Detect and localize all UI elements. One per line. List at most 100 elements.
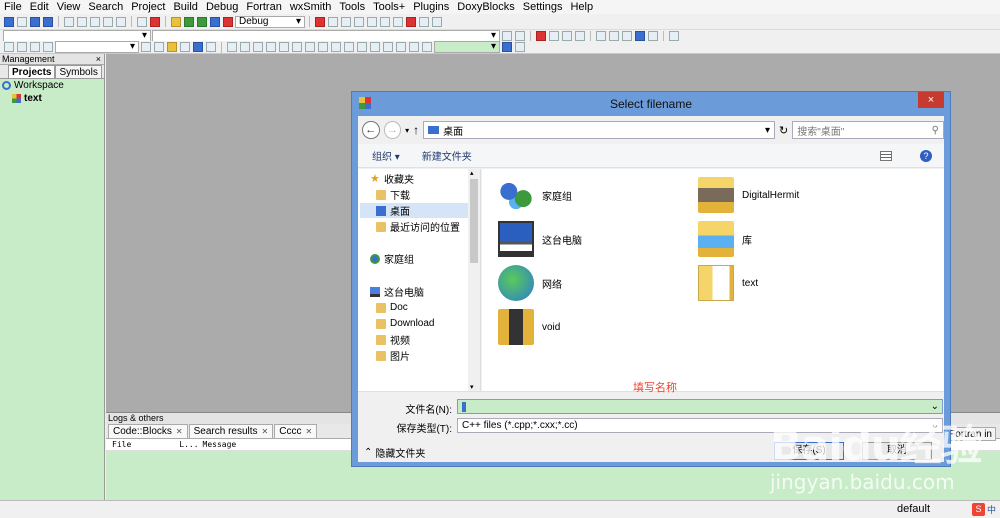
tab-symbols[interactable]: Symbols: [55, 65, 102, 78]
menu-help[interactable]: Help: [566, 0, 597, 14]
tools-icon[interactable]: [515, 42, 525, 52]
align-left-icon[interactable]: [279, 42, 289, 52]
find-next-icon[interactable]: [180, 42, 190, 52]
column-line[interactable]: L...: [179, 439, 198, 450]
nav-pictures[interactable]: 图片: [376, 348, 410, 363]
organize-button[interactable]: 组织 ▾: [372, 148, 400, 163]
next-line-icon[interactable]: [341, 16, 351, 27]
menu-fortran[interactable]: Fortran: [242, 0, 285, 14]
close-button[interactable]: ×: [918, 92, 944, 108]
refresh-icon[interactable]: ↻: [779, 124, 788, 137]
debug-icon[interactable]: [315, 16, 325, 27]
replace-icon[interactable]: [150, 16, 160, 27]
item-void[interactable]: void: [498, 309, 560, 345]
menu-build[interactable]: Build: [169, 0, 201, 14]
toggle-breakpoint-icon[interactable]: [4, 42, 14, 52]
build-icon[interactable]: [171, 16, 181, 27]
jump-back-icon[interactable]: [502, 31, 512, 41]
nav-homegroup[interactable]: 家庭组: [370, 251, 414, 266]
step-out-icon[interactable]: [367, 16, 377, 27]
box-icon[interactable]: [331, 42, 341, 52]
layout-icon[interactable]: [240, 42, 250, 52]
tab-codeblocks-log[interactable]: Code::Blocks ✕: [108, 424, 188, 438]
redo-icon[interactable]: [77, 16, 87, 27]
save-icon[interactable]: [30, 16, 40, 27]
undo-icon[interactable]: [64, 16, 74, 27]
next-instruction-icon[interactable]: [380, 16, 390, 27]
select-icon[interactable]: [227, 42, 237, 52]
run-icon[interactable]: [184, 16, 194, 27]
nav-doc[interactable]: Doc: [376, 300, 408, 315]
column-message[interactable]: Message: [203, 439, 237, 450]
item-text[interactable]: text: [698, 265, 758, 301]
box-2-icon[interactable]: [344, 42, 354, 52]
doxy-chm-icon[interactable]: [648, 31, 658, 41]
scroll-thumb[interactable]: [470, 179, 478, 263]
menu-doxyblocks[interactable]: DoxyBlocks: [453, 0, 518, 14]
menu-plugins[interactable]: Plugins: [409, 0, 453, 14]
doxy-config-icon[interactable]: [596, 31, 606, 41]
search-input[interactable]: 搜索"桌面" ⚲: [792, 121, 944, 139]
bookmark-icon[interactable]: [536, 31, 546, 41]
nav-this-pc[interactable]: 这台电脑: [370, 284, 424, 299]
highlight-icon[interactable]: [167, 42, 177, 52]
copy-icon[interactable]: [103, 16, 113, 27]
zoom-out-icon[interactable]: [383, 42, 393, 52]
zoom-in-icon[interactable]: [370, 42, 380, 52]
item-this-pc[interactable]: 这台电脑: [498, 221, 582, 257]
forward-button[interactable]: →: [383, 121, 402, 139]
menu-project[interactable]: Project: [127, 0, 169, 14]
layout-3-icon[interactable]: [266, 42, 276, 52]
find-icon[interactable]: [137, 16, 147, 27]
stop-debug-icon[interactable]: [406, 16, 416, 27]
close-icon[interactable]: ✕: [305, 425, 312, 439]
menu-tools-plus[interactable]: Tools+: [369, 0, 409, 14]
chevron-down-icon[interactable]: ▾: [405, 126, 409, 135]
menu-wxsmith[interactable]: wxSmith: [286, 0, 336, 14]
menu-file[interactable]: File: [0, 0, 26, 14]
abort-icon[interactable]: [223, 16, 233, 27]
item-library[interactable]: 库: [698, 221, 752, 257]
doxy-line-icon[interactable]: [622, 31, 632, 41]
address-bar[interactable]: 桌面 ▾: [423, 121, 775, 139]
nav-videos[interactable]: 视频: [376, 332, 410, 347]
align-center-icon[interactable]: [292, 42, 302, 52]
nav-icon[interactable]: [43, 42, 53, 52]
tree-project[interactable]: text: [0, 92, 104, 105]
align-justify-icon[interactable]: [318, 42, 328, 52]
new-file-icon[interactable]: [4, 16, 14, 27]
close-icon[interactable]: ✕: [176, 425, 183, 439]
prev-bookmark-icon[interactable]: [549, 31, 559, 41]
debug-windows-icon[interactable]: [419, 16, 429, 27]
back-button[interactable]: ←: [362, 121, 380, 139]
build-run-icon[interactable]: [197, 16, 207, 27]
highlight-combo[interactable]: ▾: [434, 41, 500, 53]
scroll-down-icon[interactable]: ▾: [470, 383, 474, 391]
doxy-comment-icon[interactable]: [609, 31, 619, 41]
run-to-cursor-icon[interactable]: [328, 16, 338, 27]
menu-tools[interactable]: Tools: [335, 0, 369, 14]
next-bookmark-icon[interactable]: [562, 31, 572, 41]
item-digitalhermit[interactable]: DigitalHermit: [698, 177, 799, 213]
menu-settings[interactable]: Settings: [519, 0, 567, 14]
tree-workspace[interactable]: Workspace: [0, 79, 104, 92]
cut-icon[interactable]: [90, 16, 100, 27]
item-homegroup[interactable]: 家庭组: [498, 177, 572, 213]
chevron-down-icon[interactable]: ⌄: [931, 401, 939, 412]
nav-downloads[interactable]: 下载: [376, 187, 410, 202]
filetype-select[interactable]: C++ files (*.cpp;*.cxx;*.cc) ⌄: [457, 418, 943, 433]
menu-view[interactable]: View: [53, 0, 85, 14]
open-icon[interactable]: [17, 16, 27, 27]
break-icon[interactable]: [393, 16, 403, 27]
chevron-down-icon[interactable]: ▾: [765, 125, 770, 136]
tab-cccc[interactable]: Cccc ✕: [274, 424, 318, 439]
jump-forward-icon[interactable]: [515, 31, 525, 41]
paste-icon[interactable]: [116, 16, 126, 27]
cancel-button[interactable]: 取消: [862, 442, 932, 460]
save-button[interactable]: 保存(S): [774, 442, 844, 460]
clear-bookmarks-icon[interactable]: [575, 31, 585, 41]
back-icon[interactable]: [141, 42, 151, 52]
scroll-up-icon[interactable]: ▴: [470, 169, 474, 177]
prev-icon[interactable]: [17, 42, 27, 52]
settings-tool-icon[interactable]: [669, 31, 679, 41]
